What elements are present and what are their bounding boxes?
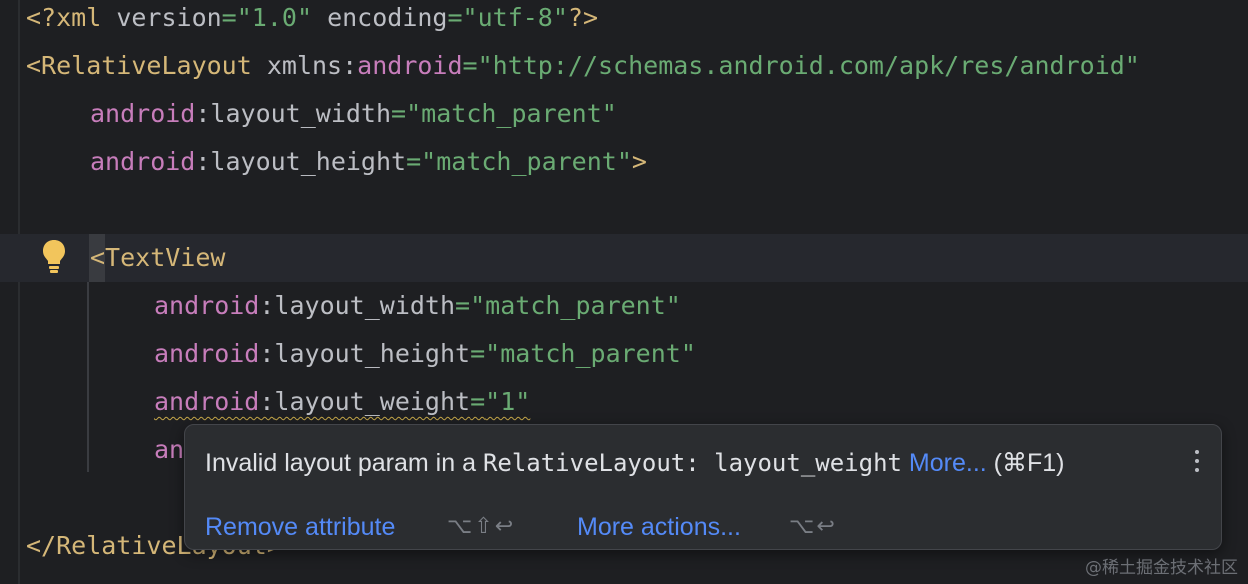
namespace-android: android	[154, 291, 260, 320]
value-layout-height: "match_parent"	[485, 339, 696, 368]
attr-layout-weight: layout_weight	[274, 387, 471, 416]
message-code: RelativeLayout: layout_weight	[482, 449, 902, 477]
more-actions-shortcut: ⌥↩	[789, 514, 837, 539]
attr-layout-width: layout_width	[274, 291, 456, 320]
colon: :	[195, 147, 211, 176]
more-link[interactable]: More...	[909, 449, 987, 477]
remove-attribute-button[interactable]: Remove attribute	[205, 507, 395, 547]
message-text: Invalid layout param in a	[205, 449, 483, 477]
value-encoding: "utf-8"	[462, 3, 568, 32]
colon: :	[342, 51, 358, 80]
more-shortcut: (⌘F1)	[993, 449, 1065, 477]
attr-layout-height: layout_height	[274, 339, 471, 368]
code-line-7[interactable]: android:layout_width="match_parent"	[154, 282, 681, 330]
remove-attribute-shortcut: ⌥⇧↩	[447, 514, 516, 539]
equals: =	[470, 387, 486, 416]
more-actions-button[interactable]: More actions...	[577, 507, 741, 547]
namespace-android: android	[357, 51, 463, 80]
value-version: "1.0"	[236, 3, 312, 32]
watermark: @稀土掘金技术社区	[1085, 558, 1238, 578]
attr-xmlns: xmlns	[266, 51, 343, 80]
warning-highlight[interactable]: android:layout_weight="1"	[154, 387, 530, 416]
gutter-divider	[18, 0, 20, 584]
code-line-2[interactable]: <RelativeLayout xmlns:android="http://sc…	[26, 42, 1140, 90]
equals: =	[406, 147, 422, 176]
attr-layout-height: layout_height	[210, 147, 407, 176]
attr-encoding: encoding	[327, 3, 448, 32]
colon: :	[259, 339, 275, 368]
equals: =	[455, 291, 471, 320]
colon: :	[195, 99, 211, 128]
code-line-10[interactable]: an	[154, 426, 184, 474]
code-line-8[interactable]: android:layout_height="match_parent"	[154, 330, 696, 378]
code-line-1[interactable]: <?xml version="1.0" encoding="utf-8"?>	[26, 0, 598, 42]
equals: =	[391, 99, 407, 128]
tag-close-bracket: >	[631, 147, 647, 176]
namespace-android: android	[90, 147, 196, 176]
xml-decl-open: <?xml	[26, 3, 117, 32]
value-layout-width: "match_parent"	[406, 99, 617, 128]
code-line-3[interactable]: android:layout_width="match_parent"	[90, 90, 617, 138]
equals: =	[447, 3, 463, 32]
code-line-6[interactable]: <TextView	[90, 234, 225, 282]
namespace-android: android	[154, 387, 260, 416]
value-xmlns: "http://schemas.android.com/apk/res/andr…	[477, 51, 1140, 80]
namespace-android-partial: an	[154, 435, 185, 464]
value-layout-height: "match_parent"	[421, 147, 632, 176]
namespace-android: android	[154, 339, 260, 368]
value-layout-width: "match_parent"	[470, 291, 681, 320]
colon: :	[259, 387, 275, 416]
tag-textview-open: <TextView	[90, 243, 226, 272]
xml-decl-close: ?>	[567, 3, 599, 32]
inspection-message: Invalid layout param in a RelativeLayout…	[205, 441, 1065, 485]
indent-guide	[87, 282, 89, 472]
code-line-4[interactable]: android:layout_height="match_parent">	[90, 138, 647, 186]
value-layout-weight: "1"	[485, 387, 531, 416]
equals: =	[462, 51, 478, 80]
more-vertical-icon[interactable]	[1187, 445, 1207, 481]
attr-version: version	[116, 3, 222, 32]
code-line-9[interactable]: android:layout_weight="1"	[154, 378, 530, 426]
inspection-popup: Invalid layout param in a RelativeLayout…	[184, 424, 1222, 550]
colon: :	[259, 291, 275, 320]
equals: =	[470, 339, 486, 368]
equals: =	[221, 3, 237, 32]
attr-layout-width: layout_width	[210, 99, 392, 128]
tag-relativelayout-open: <RelativeLayout	[26, 51, 252, 80]
lightbulb-icon[interactable]	[40, 238, 68, 274]
namespace-android: android	[90, 99, 196, 128]
